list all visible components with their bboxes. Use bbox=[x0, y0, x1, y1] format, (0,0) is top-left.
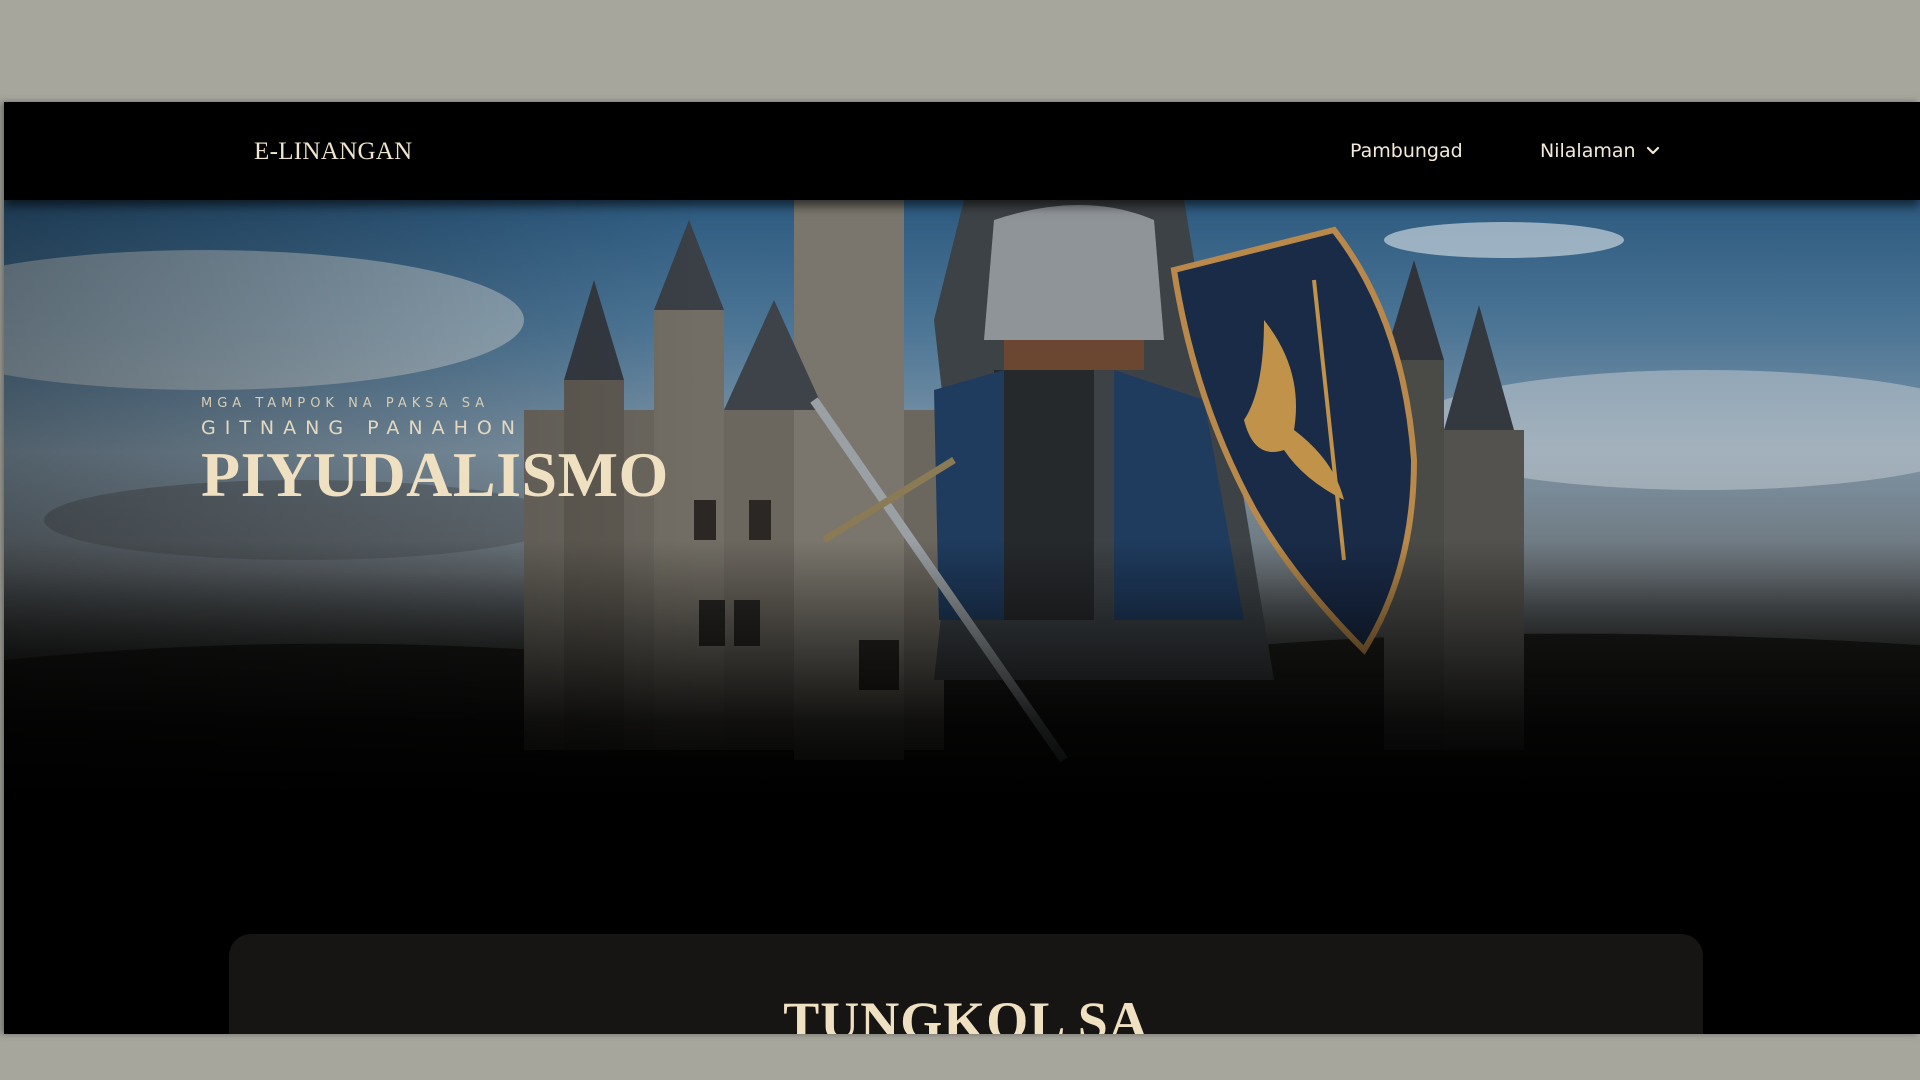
nav-link-pambungad[interactable]: Pambungad bbox=[1350, 140, 1463, 162]
navbar: E-LINANGAN Pambungad Nilalaman bbox=[4, 102, 1920, 200]
hero-kicker: GITNANG PANAHON bbox=[201, 417, 525, 439]
about-section: TUNGKOL SA bbox=[229, 934, 1703, 1034]
brand-logo[interactable]: E-LINANGAN bbox=[254, 138, 413, 166]
nav-dropdown-nilalaman[interactable]: Nilalaman bbox=[1540, 140, 1660, 162]
hero-eyebrow: MGA TAMPOK NA PAKSA SA bbox=[201, 396, 490, 411]
hero-title: PIYUDALISMO bbox=[201, 439, 669, 510]
browser-viewport: E-LINANGAN Pambungad Nilalaman MGA TAMPO… bbox=[4, 102, 1920, 1034]
nav-dropdown-label: Nilalaman bbox=[1540, 140, 1636, 162]
hero-text: MGA TAMPOK NA PAKSA SA GITNANG PANAHON P… bbox=[201, 396, 669, 507]
hero-fade bbox=[4, 540, 1920, 800]
about-title: TUNGKOL SA bbox=[783, 991, 1149, 1034]
chevron-down-icon bbox=[1646, 146, 1660, 156]
cloud bbox=[1384, 222, 1624, 258]
hero-banner: MGA TAMPOK NA PAKSA SA GITNANG PANAHON P… bbox=[4, 200, 1920, 800]
